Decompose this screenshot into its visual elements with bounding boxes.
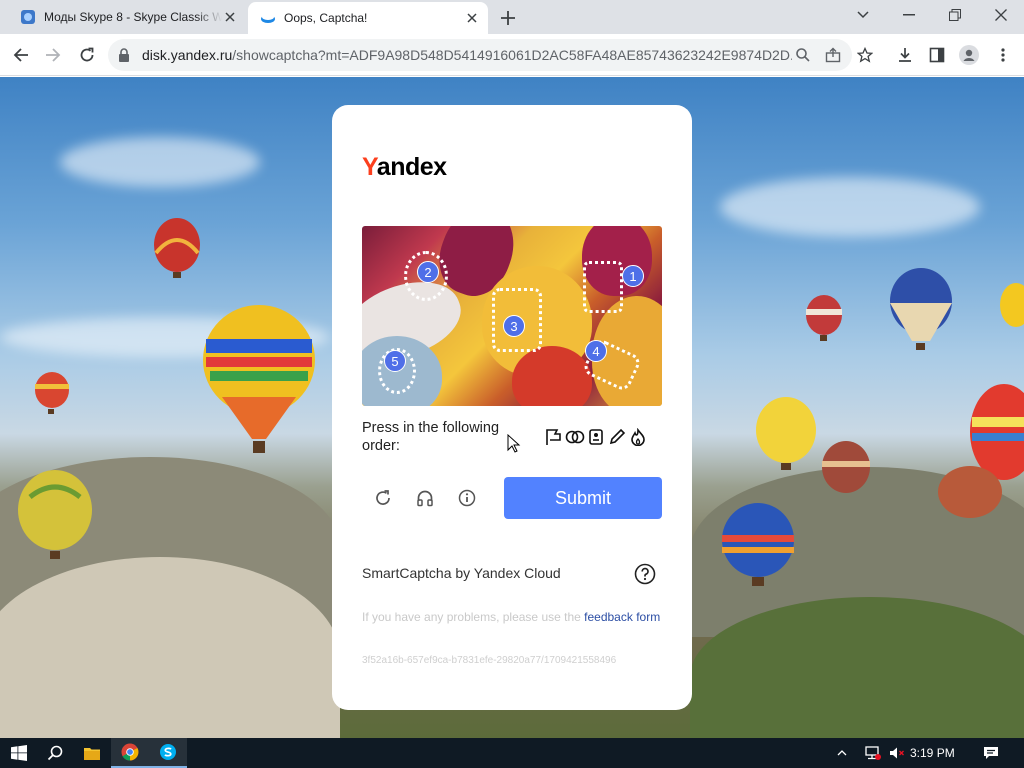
balloon	[806, 295, 842, 341]
new-tab-icon[interactable]	[498, 8, 518, 28]
balloon	[756, 397, 816, 470]
reload-icon[interactable]	[76, 44, 98, 66]
close-tab-icon[interactable]	[464, 10, 480, 26]
balloon	[938, 466, 1002, 518]
captcha-instruction: Press in the following order:	[362, 420, 500, 454]
click-marker-3[interactable]: 3	[503, 315, 525, 337]
notifications-icon[interactable]	[974, 738, 1008, 768]
download-icon[interactable]	[894, 44, 916, 66]
refresh-icon[interactable]	[372, 487, 394, 509]
feedback-text: If you have any problems, please use the…	[362, 610, 661, 624]
skype-icon[interactable]	[149, 738, 187, 768]
chrome-icon[interactable]	[111, 738, 149, 768]
page-background: Yandex 1 2 3 4 5 Press in the following …	[0, 77, 1024, 738]
windows-taskbar: 3:19 PM	[0, 738, 1024, 768]
audio-headphones-icon[interactable]	[414, 487, 436, 509]
badge-icon	[586, 427, 606, 447]
submit-button[interactable]: Submit	[504, 477, 662, 519]
close-tab-icon[interactable]	[222, 9, 238, 25]
bookmark-star-icon[interactable]	[854, 44, 876, 66]
balloon	[154, 218, 200, 278]
smartcaptcha-branding: SmartCaptcha by Yandex Cloud	[362, 565, 561, 581]
menu-icon[interactable]	[992, 44, 1014, 66]
share-icon[interactable]	[822, 44, 844, 66]
balloon	[822, 441, 870, 493]
balloon	[203, 305, 315, 453]
side-panel-icon[interactable]	[926, 44, 948, 66]
captcha-image[interactable]: 1 2 3 4 5	[362, 226, 662, 406]
back-icon[interactable]	[10, 44, 32, 66]
captcha-card: Yandex 1 2 3 4 5 Press in the following …	[332, 105, 692, 710]
info-icon[interactable]	[456, 487, 478, 509]
tab-search-icon[interactable]	[840, 0, 886, 30]
restore-icon[interactable]	[932, 0, 978, 30]
search-icon[interactable]	[792, 44, 814, 66]
balloon	[722, 503, 794, 586]
forward-icon[interactable]	[42, 44, 64, 66]
yandex-disk-favicon-icon	[261, 14, 275, 23]
request-id: 3f52a16b-657ef9ca-b7831efe-29820a77/1709…	[362, 655, 617, 666]
search-icon[interactable]	[36, 738, 74, 768]
rings-icon	[565, 427, 585, 447]
balloon	[1000, 283, 1024, 327]
tab-captcha[interactable]: Oops, Captcha!	[248, 2, 488, 34]
click-marker-5[interactable]: 5	[384, 350, 406, 372]
pencil-icon	[607, 427, 627, 447]
url-text[interactable]: disk.yandex.ru/showcaptcha?mt=ADF9A98D54…	[142, 47, 792, 63]
file-explorer-icon[interactable]	[73, 738, 111, 768]
balloon	[890, 268, 952, 350]
show-hidden-icons-icon[interactable]	[832, 738, 852, 768]
minimize-icon[interactable]	[886, 0, 932, 30]
help-icon[interactable]	[634, 563, 656, 585]
tab-skype-mods[interactable]: Моды Skype 8 - Skype Classic Wi	[8, 0, 246, 34]
tab-title: Моды Skype 8 - Skype Classic Wi	[44, 10, 222, 24]
profile-avatar-icon[interactable]	[958, 44, 980, 66]
close-window-icon[interactable]	[978, 0, 1024, 30]
flame-icon	[628, 427, 648, 447]
site-favicon-icon	[21, 10, 35, 24]
taskbar-clock[interactable]: 3:19 PM	[910, 746, 955, 760]
volume-muted-icon[interactable]	[886, 738, 908, 768]
flag-outline-shape[interactable]	[583, 261, 623, 313]
click-marker-2[interactable]: 2	[417, 261, 439, 283]
click-marker-4[interactable]: 4	[585, 340, 607, 362]
address-bar[interactable]: disk.yandex.ru/showcaptcha?mt=ADF9A98D54…	[108, 39, 852, 71]
browser-toolbar: disk.yandex.ru/showcaptcha?mt=ADF9A98D54…	[0, 34, 1024, 76]
mouse-cursor-icon	[507, 434, 521, 453]
url-domain: disk.yandex.ru	[142, 47, 233, 63]
yandex-logo: Yandex	[362, 153, 447, 181]
icon-sequence	[544, 427, 648, 447]
tab-strip: Моды Skype 8 - Skype Classic Wi Oops, Ca…	[0, 0, 1024, 34]
url-path: /showcaptcha?mt=ADF9A98D548D5414916061D2…	[232, 47, 792, 63]
balloon	[35, 372, 69, 414]
click-marker-1[interactable]: 1	[622, 265, 644, 287]
feedback-form-link[interactable]: feedback form	[584, 610, 660, 624]
tab-title: Oops, Captcha!	[284, 11, 368, 25]
balloon	[18, 470, 92, 559]
start-icon[interactable]	[0, 738, 38, 768]
balloon	[970, 384, 1024, 480]
network-icon[interactable]	[862, 738, 884, 768]
lock-icon[interactable]	[118, 48, 130, 62]
flag-icon	[544, 427, 564, 447]
